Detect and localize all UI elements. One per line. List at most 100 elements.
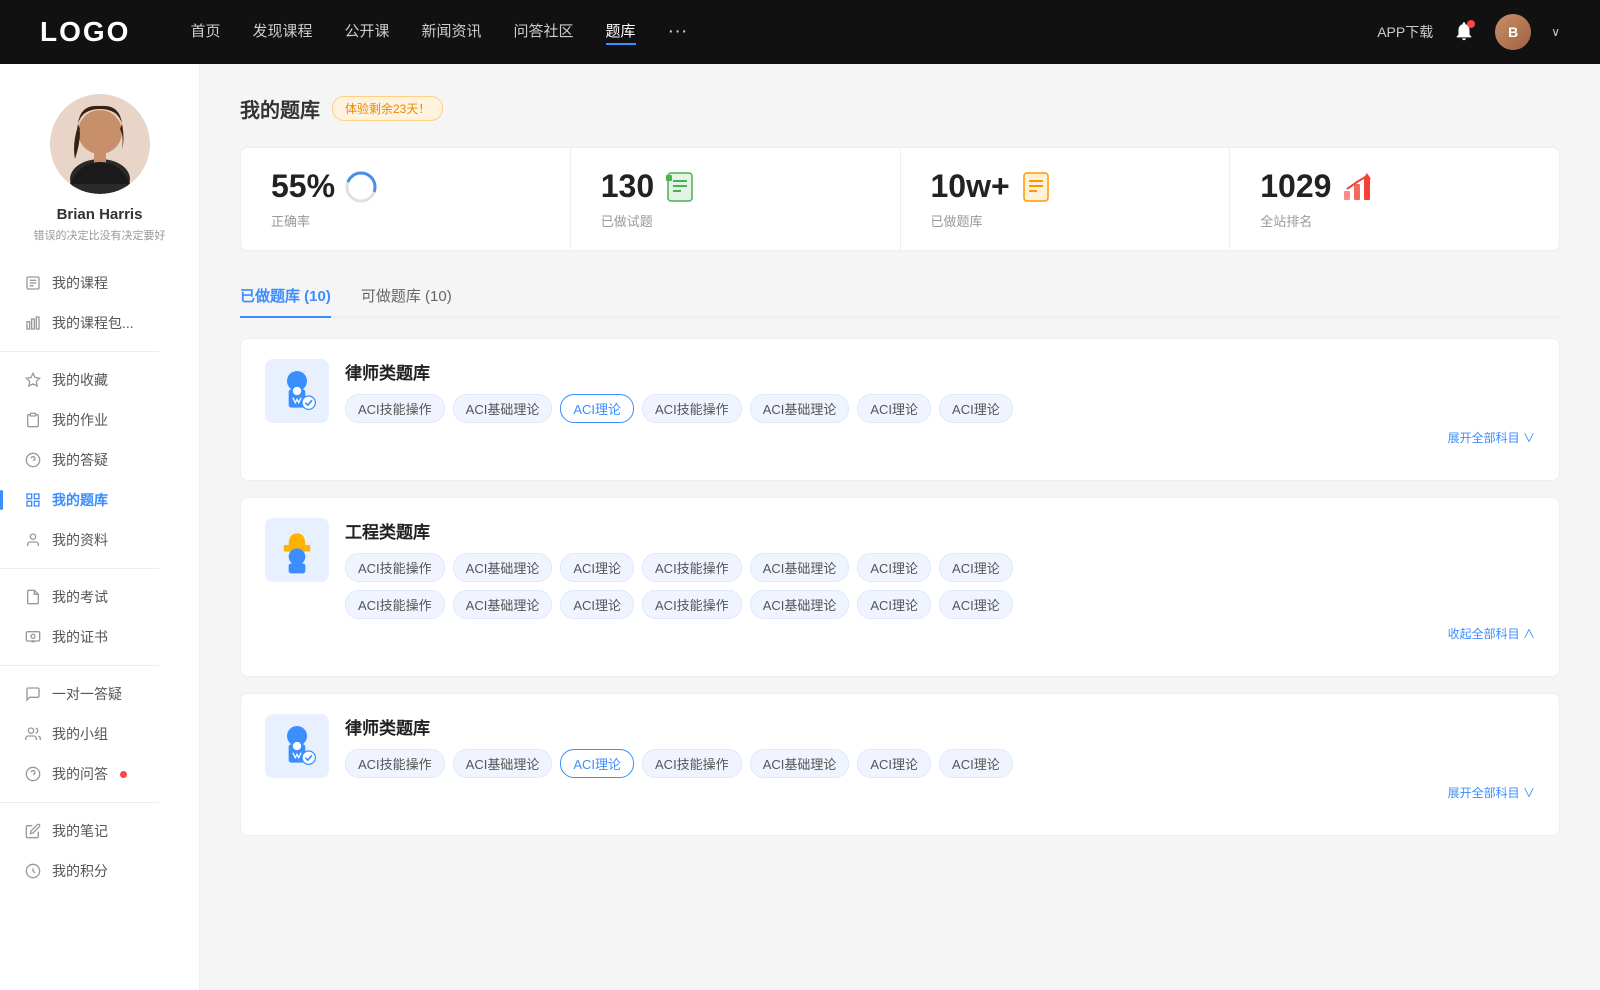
logo[interactable]: LOGO	[40, 16, 130, 48]
stat-banks: 10w+ 已做题库	[901, 148, 1231, 250]
app-download-link[interactable]: APP下载	[1377, 22, 1433, 42]
notification-bell[interactable]	[1453, 20, 1475, 45]
tag-item[interactable]: ACI技能操作	[345, 553, 445, 582]
avatar-dropdown-arrow[interactable]: ∨	[1551, 25, 1560, 39]
sidebar-item-group[interactable]: 我的小组	[0, 714, 199, 754]
qbank-tags-lawyer2: ACI技能操作 ACI基础理论 ACI理论 ACI技能操作 ACI基础理论 AC…	[345, 749, 1535, 778]
stat-questions-label: 已做试题	[601, 211, 653, 230]
certificate-icon	[24, 628, 42, 646]
trial-badge: 体验剩余23天！	[332, 96, 443, 121]
grid-icon	[24, 491, 42, 509]
sidebar-item-exam[interactable]: 我的考试	[0, 577, 199, 617]
question-circle-icon	[24, 451, 42, 469]
doc-orange-icon	[1020, 171, 1052, 203]
expand-btn-engineer[interactable]: 收起全部科目 ∧	[345, 625, 1535, 642]
tag-item[interactable]: ACI基础理论	[750, 590, 850, 619]
sidebar-item-profile[interactable]: 我的资料	[0, 520, 199, 560]
tag-item[interactable]: ACI技能操作	[642, 553, 742, 582]
tag-item[interactable]: ACI基础理论	[453, 590, 553, 619]
tag-item[interactable]: ACI基础理论	[750, 553, 850, 582]
tag-item[interactable]: ACI基础理论	[453, 749, 553, 778]
chat-icon	[24, 685, 42, 703]
sidebar-item-cert[interactable]: 我的证书	[0, 617, 199, 657]
bar-chart-icon	[24, 314, 42, 332]
people-icon	[24, 725, 42, 743]
sidebar-menu: 我的课程 我的课程包... 我的收藏	[0, 263, 199, 891]
tag-item[interactable]: ACI理论	[939, 749, 1013, 778]
expand-btn-lawyer1[interactable]: 展开全部科目 ∨	[345, 429, 1535, 446]
tab-done[interactable]: 已做题库 (10)	[240, 275, 331, 316]
expand-btn-lawyer2[interactable]: 展开全部科目 ∨	[345, 784, 1535, 801]
qbank-tags-engineer-row2: ACI技能操作 ACI基础理论 ACI理论 ACI技能操作 ACI基础理论 AC…	[345, 590, 1535, 619]
nav-qa[interactable]: 问答社区	[514, 20, 574, 45]
nav-home[interactable]: 首页	[190, 20, 220, 45]
stat-ranking: 1029 全站排名	[1230, 148, 1559, 250]
navbar-menu: 首页 发现课程 公开课 新闻资讯 问答社区 题库 ···	[190, 20, 1377, 45]
sidebar-item-qa[interactable]: 我的答疑	[0, 440, 199, 480]
tag-item[interactable]: ACI技能操作	[642, 749, 742, 778]
sidebar-item-qbank[interactable]: 我的题库	[0, 480, 199, 520]
qbank-name-lawyer2: 律师类题库	[345, 714, 1535, 739]
stat-accuracy: 55% 正确率	[241, 148, 571, 250]
points-icon	[24, 862, 42, 880]
tag-item[interactable]: ACI理论	[939, 590, 1013, 619]
tag-item[interactable]: ACI理论	[939, 553, 1013, 582]
stat-accuracy-label: 正确率	[271, 211, 310, 230]
document-icon	[24, 274, 42, 292]
tabs-row: 已做题库 (10) 可做题库 (10)	[240, 275, 1560, 318]
page-wrap: Brian Harris 错误的决定比没有决定要好 我的课程 我的课程包...	[0, 64, 1600, 990]
clipboard-icon	[24, 411, 42, 429]
pencil-icon	[24, 822, 42, 840]
tag-item[interactable]: ACI基础理论	[750, 394, 850, 423]
tag-item[interactable]: ACI技能操作	[642, 590, 742, 619]
nav-open-course[interactable]: 公开课	[344, 20, 389, 45]
nav-discover[interactable]: 发现课程	[252, 20, 312, 45]
doc-green-icon	[664, 171, 696, 203]
tag-item[interactable]: ACI技能操作	[642, 394, 742, 423]
sidebar-item-favorites[interactable]: 我的收藏	[0, 360, 199, 400]
nav-qbank[interactable]: 题库	[606, 20, 636, 45]
tag-item[interactable]: ACI理论	[939, 394, 1013, 423]
tag-item[interactable]: ACI理论	[857, 553, 931, 582]
question-badge	[120, 771, 127, 778]
sidebar-item-course[interactable]: 我的课程	[0, 263, 199, 303]
tag-item[interactable]: ACI理论	[857, 394, 931, 423]
nav-more[interactable]: ···	[668, 20, 688, 45]
qbank-tags-lawyer1: ACI技能操作 ACI基础理论 ACI理论 ACI技能操作 ACI基础理论 AC…	[345, 394, 1535, 423]
sidebar-item-points[interactable]: 我的积分	[0, 851, 199, 891]
tag-item[interactable]: ACI基础理论	[453, 553, 553, 582]
tag-item[interactable]: ACI理论	[560, 553, 634, 582]
tag-item[interactable]: ACI技能操作	[345, 394, 445, 423]
sidebar-item-myquestions[interactable]: 我的问答	[0, 754, 199, 794]
tag-item[interactable]: ACI基础理论	[453, 394, 553, 423]
tag-item[interactable]: ACI理论	[857, 749, 931, 778]
person-icon	[24, 531, 42, 549]
chart-red-icon	[1341, 171, 1373, 203]
lawyer-icon-2	[265, 714, 329, 778]
tag-item-active[interactable]: ACI理论	[560, 749, 634, 778]
sidebar-item-package[interactable]: 我的课程包...	[0, 303, 199, 343]
avatar[interactable]: B	[1495, 14, 1531, 50]
pie-chart-icon	[345, 171, 377, 203]
tag-item[interactable]: ACI理论	[560, 590, 634, 619]
sidebar-avatar[interactable]	[50, 94, 150, 194]
tag-item-active[interactable]: ACI理论	[560, 394, 634, 423]
tag-item[interactable]: ACI技能操作	[345, 590, 445, 619]
qbank-tags-engineer-row1: ACI技能操作 ACI基础理论 ACI理论 ACI技能操作 ACI基础理论 AC…	[345, 553, 1535, 582]
sidebar-item-tutor[interactable]: 一对一答疑	[0, 674, 199, 714]
qbank-card-lawyer2: 律师类题库 ACI技能操作 ACI基础理论 ACI理论 ACI技能操作 ACI基…	[240, 693, 1560, 836]
tag-item[interactable]: ACI基础理论	[750, 749, 850, 778]
sidebar-item-notes[interactable]: 我的笔记	[0, 811, 199, 851]
main-content: 我的题库 体验剩余23天！ 55% 正确率	[200, 64, 1600, 990]
qbank-card-lawyer1: 律师类题库 ACI技能操作 ACI基础理论 ACI理论 ACI技能操作 ACI基…	[240, 338, 1560, 481]
qbank-name-lawyer1: 律师类题库	[345, 359, 1535, 384]
stat-banks-label: 已做题库	[931, 211, 983, 230]
navbar-right: APP下载 B ∨	[1377, 14, 1560, 50]
sidebar-item-homework[interactable]: 我的作业	[0, 400, 199, 440]
tag-item[interactable]: ACI理论	[857, 590, 931, 619]
nav-news[interactable]: 新闻资讯	[422, 20, 482, 45]
tab-available[interactable]: 可做题库 (10)	[361, 275, 452, 316]
question-mark-icon	[24, 765, 42, 783]
tag-item[interactable]: ACI技能操作	[345, 749, 445, 778]
stat-ranking-label: 全站排名	[1260, 211, 1312, 230]
